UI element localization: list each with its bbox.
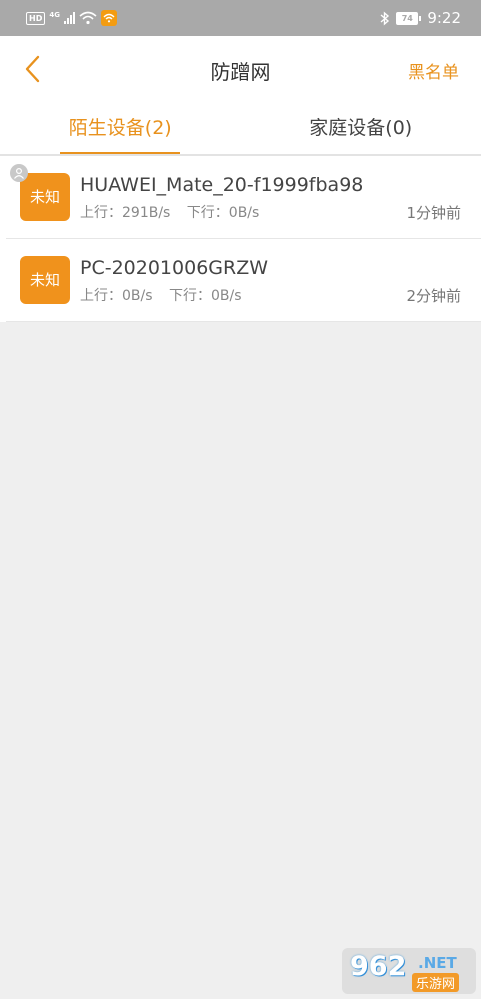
last-seen: 1分钟前 (406, 204, 461, 222)
battery-icon: 74 (396, 11, 422, 25)
network-type: 4G (49, 11, 60, 19)
tab-strange-devices[interactable]: 陌生设备(2) (0, 106, 241, 155)
app-header: 防蹭网 黑名单 陌生设备(2) 家庭设备(0) (0, 36, 481, 155)
upload-speed: 上行：0B/s (80, 288, 153, 304)
watermark-logo: 962 .NET 乐游网 (342, 948, 476, 994)
watermark-text: 乐游网 (412, 973, 460, 992)
device-tabs: 陌生设备(2) 家庭设备(0) (0, 106, 481, 155)
tab-label: 陌生设备(2) (68, 117, 172, 139)
tab-family-devices[interactable]: 家庭设备(0) (241, 106, 481, 154)
device-speeds: 上行：291B/s 下行：0B/s (80, 202, 271, 222)
download-speed: 下行：0B/s (186, 205, 260, 221)
device-row[interactable]: 未知 HUAWEI_Mate_20-f1999fba98 上行：291B/s 下… (6, 156, 481, 239)
person-icon (10, 164, 28, 182)
last-seen: 2分钟前 (406, 287, 461, 305)
watermark-number: 962 (350, 951, 407, 982)
download-speed: 下行：0B/s (168, 288, 242, 304)
device-avatar: 未知 (20, 173, 70, 221)
signal-icon (63, 12, 75, 24)
device-row[interactable]: 未知 PC-20201006GRZW 上行：0B/s 下行：0B/s 2分钟前 (6, 239, 481, 322)
device-speeds: 上行：0B/s 下行：0B/s (80, 285, 254, 305)
clock: 9:22 (427, 9, 461, 27)
tab-label: 家庭设备(0) (309, 117, 413, 139)
watermark-domain: .NET (418, 954, 457, 972)
wifi-icon (79, 11, 97, 25)
status-bar: HD 4G 74 9:22 (0, 0, 481, 36)
app-notification-icon (100, 10, 117, 26)
status-left: HD 4G (26, 10, 117, 26)
hd-badge: HD (26, 11, 46, 25)
device-list: 未知 HUAWEI_Mate_20-f1999fba98 上行：291B/s 下… (0, 156, 481, 322)
upload-speed: 上行：291B/s (80, 205, 171, 221)
battery-level: 74 (396, 11, 419, 25)
blacklist-button[interactable]: 黑名单 (408, 58, 459, 83)
status-right: 74 9:22 (380, 9, 461, 27)
bluetooth-icon (380, 10, 390, 26)
device-name: PC-20201006GRZW (80, 257, 269, 279)
device-avatar: 未知 (20, 256, 70, 304)
device-name: HUAWEI_Mate_20-f1999fba98 (80, 174, 364, 196)
